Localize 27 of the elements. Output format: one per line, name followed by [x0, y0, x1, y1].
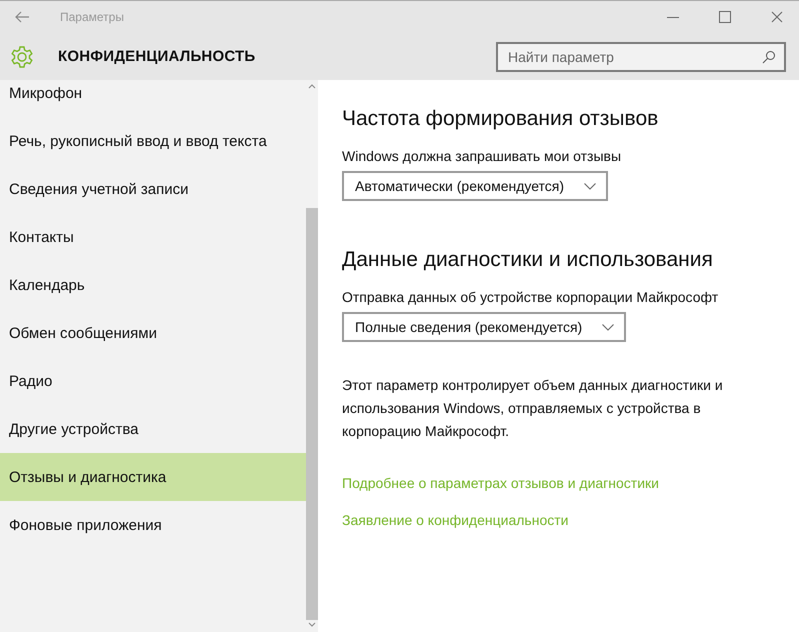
- sidebar-item[interactable]: Микрофон: [0, 80, 306, 117]
- page-title: КОНФИДЕНЦИАЛЬНОСТЬ: [58, 48, 256, 65]
- description-text: Этот параметр контролирует объем данных диагностики и использования Windows, отправляемых с устройства в корпорацию Майкрософт.: [342, 376, 724, 441]
- sidebar-item[interactable]: Фоновые приложения: [0, 501, 306, 549]
- dropdown[interactable]: Полные сведения (рекомендуется): [342, 312, 626, 342]
- dropdown[interactable]: Автоматически (рекомендуется): [342, 171, 608, 201]
- sidebar-item[interactable]: Календарь: [0, 261, 306, 309]
- window-title: Параметры: [60, 10, 124, 24]
- maximize-icon[interactable]: [719, 11, 731, 23]
- gear-icon: [10, 44, 34, 68]
- sidebar-item[interactable]: Радио: [0, 357, 306, 405]
- sidebar-item[interactable]: Обмен сообщениями: [0, 309, 306, 357]
- section-heading: Частота формирования отзывов: [342, 106, 660, 132]
- sidebar-item[interactable]: Речь, рукописный ввод и ввод текста: [0, 117, 306, 165]
- sidebar-item[interactable]: Другие устройства: [0, 405, 306, 453]
- section-heading: Данные диагностики и использования: [342, 247, 714, 273]
- close-icon[interactable]: [771, 11, 783, 23]
- back-arrow-icon[interactable]: [14, 11, 30, 23]
- sidebar-item[interactable]: Отзывы и диагностика: [0, 453, 306, 501]
- search-field[interactable]: Найти параметр: [496, 42, 786, 72]
- field-label: Отправка данных об устройстве корпорации Майкрософт: [342, 288, 720, 306]
- search-icon[interactable]: [762, 50, 776, 64]
- chevron-down-icon: [584, 182, 596, 190]
- sidebar-item[interactable]: Контакты: [0, 213, 306, 261]
- field-label: Windows должна запрашивать мои отзывы: [342, 147, 622, 165]
- sidebar-item[interactable]: Сведения учетной записи: [0, 165, 306, 213]
- chevron-down-icon: [602, 324, 614, 330]
